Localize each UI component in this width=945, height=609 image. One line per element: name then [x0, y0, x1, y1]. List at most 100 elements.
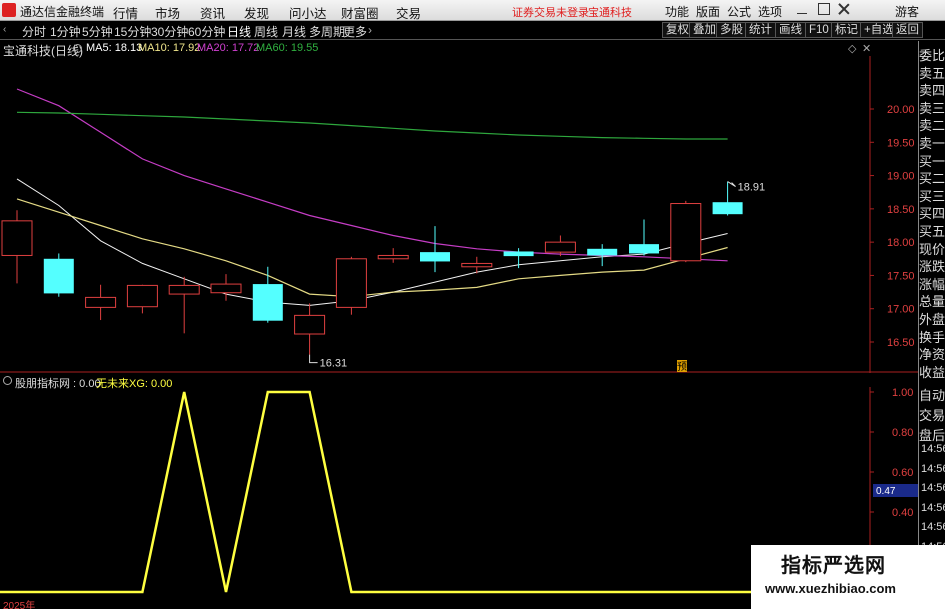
candlestick-chart[interactable]: 20.00 19.50 19.00 18.50 18.00 17.50 17.00 16.50… — [0, 56, 918, 373]
watermark: 指标严选网 www.xuezhibiao.com — [751, 545, 945, 609]
y-tick-label: 17.00 — [887, 304, 915, 316]
candle-body-up — [544, 241, 576, 253]
side-label-item: 卖三 — [919, 100, 945, 116]
side-time-item: 14:56 — [921, 501, 945, 514]
menu-wealth[interactable]: 财富圈 — [341, 3, 379, 22]
side-label-item: 买五 — [919, 224, 945, 239]
side-label-item: 买一 — [919, 153, 945, 169]
draw-line-button[interactable]: 画线 — [775, 22, 806, 38]
ma20-label: MA20: 17.72 — [197, 42, 260, 54]
minimize-icon[interactable] — [796, 3, 808, 15]
y-tick-label: 19.50 — [887, 137, 915, 149]
side-sub-label: 盘后 — [919, 428, 945, 443]
sub-y-tick-label: 1.00 — [892, 387, 913, 399]
y-tick-label: 16.50 — [887, 337, 915, 349]
period-1min[interactable]: 1分钟 — [50, 23, 81, 40]
menu-formula[interactable]: 公式 — [727, 3, 751, 20]
candle-body-down — [503, 251, 534, 257]
multi-stock-button[interactable]: 多股 — [716, 22, 747, 38]
side-time-item: 14:56 — [921, 462, 945, 475]
candle-body-up — [1, 220, 33, 256]
side-label-item: 涨跌 — [919, 259, 945, 275]
period-toolbar: ‹ 分时 1分钟 5分钟 15分钟 30分钟 60分钟 日线 周线 月线 多周期… — [0, 21, 945, 40]
mark-button[interactable]: 标记 — [831, 22, 862, 38]
period-5min[interactable]: 5分钟 — [82, 23, 113, 40]
side-label-item: 总量 — [919, 294, 945, 310]
stock-notice[interactable]: 宝通科技 — [588, 4, 632, 20]
side-label-item: 外盘 — [919, 312, 945, 327]
sub-y-tick-label: 0.40 — [892, 507, 913, 519]
ma5-label: MA5: 18.13 — [86, 42, 143, 54]
ma-line-ma10 — [16, 198, 728, 298]
candle-body-down — [712, 202, 743, 215]
period-30min[interactable]: 30分钟 — [151, 23, 188, 40]
f10-button[interactable]: F10 — [805, 22, 833, 38]
side-sub-label: 交易 — [919, 408, 945, 423]
candle-body-up — [670, 203, 702, 262]
ma60-label: MA60: 19.55 — [256, 42, 319, 54]
candle-body-up — [294, 314, 326, 335]
statistics-button[interactable]: 统计 — [745, 22, 776, 38]
collapse-panel-icon[interactable]: ◇ — [848, 42, 856, 55]
candle-body-up — [168, 284, 200, 295]
collapse-icon[interactable]: ‹ — [3, 24, 13, 36]
period-multi[interactable]: 多周期 — [309, 23, 345, 40]
y-tick-label: 20.00 — [887, 104, 915, 116]
menu-quotes[interactable]: 行情 — [113, 3, 138, 22]
high-price-label: 18.91 — [738, 182, 766, 194]
candle-body-up — [335, 258, 367, 308]
candle-body-up — [85, 296, 117, 308]
period-60min[interactable]: 60分钟 — [188, 23, 225, 40]
menu-market[interactable]: 市场 — [155, 3, 180, 22]
menu-trade[interactable]: 交易 — [396, 3, 421, 22]
back-button[interactable]: 返回 — [892, 22, 923, 38]
menu-ask[interactable]: 问小达 — [289, 3, 327, 22]
side-label-item: 现价 — [919, 241, 945, 257]
indicator-settings-icon[interactable] — [3, 376, 12, 385]
app-logo-icon — [2, 3, 16, 17]
period-monthly[interactable]: 月线 — [282, 23, 306, 40]
y-tick-label: 18.50 — [887, 204, 915, 216]
candle-body-down — [420, 252, 450, 262]
close-icon[interactable] — [838, 3, 850, 15]
period-more[interactable]: 更多 — [343, 23, 367, 40]
y-tick-label: 17.50 — [887, 270, 915, 282]
quote-side-panel: 委比 卖五 卖四 卖三 卖二 卖一 买一 买二 买三 买四 买五 现价 涨跌 涨幅 总量 外盘 换手 净资 收益 自动… — [918, 41, 945, 609]
period-weekly[interactable]: 周线 — [254, 23, 278, 40]
side-label-item: 收益 — [919, 364, 945, 380]
close-panel-icon[interactable]: ✕ — [862, 42, 871, 55]
login-notice[interactable]: 证券交易未登录 — [512, 4, 589, 20]
maximize-icon[interactable] — [818, 3, 830, 15]
side-time-item: 14:56 — [921, 443, 945, 455]
side-label-item: 净资 — [919, 347, 945, 363]
period-15min[interactable]: 15分钟 — [114, 23, 151, 40]
user-label[interactable]: 游客 — [895, 3, 919, 20]
low-arrow-icon — [309, 354, 318, 364]
ma-line-ma60 — [16, 111, 728, 140]
indicator-line — [0, 390, 866, 594]
ma-line-ma5 — [16, 178, 728, 306]
period-tick[interactable]: 分时 — [22, 23, 46, 40]
watermark-title: 指标严选网 — [781, 555, 886, 577]
sub-y-tick-label: 0.80 — [892, 427, 913, 439]
menu-options[interactable]: 选项 — [758, 3, 782, 20]
side-time-item: 14:56 — [921, 521, 945, 533]
candle-body-down — [252, 284, 283, 321]
candle-body-down — [587, 248, 618, 256]
menu-layout[interactable]: 版面 — [696, 3, 720, 20]
settings-circle-icon[interactable] — [73, 44, 82, 53]
candle-body-down — [629, 244, 659, 254]
high-arrow-icon — [727, 181, 736, 187]
menu-news[interactable]: 资讯 — [200, 3, 225, 22]
side-label-item: 卖五 — [919, 65, 945, 81]
candle-body-up — [377, 254, 409, 260]
period-daily[interactable]: 日线 — [227, 23, 251, 40]
candle-body-down — [43, 258, 74, 294]
year-label: 2025年 — [3, 601, 36, 609]
menu-function[interactable]: 功能 — [665, 3, 689, 20]
more-arrow-icon[interactable]: › — [368, 23, 372, 37]
candle-body-up — [461, 262, 493, 268]
menu-bar: 通达信金融终端 行情 市场 资讯 发现 问小达 财富圈 交易 证券交易未登录 宝… — [0, 0, 945, 21]
y-tick-label: 19.00 — [887, 171, 915, 183]
menu-discover[interactable]: 发现 — [244, 3, 269, 22]
